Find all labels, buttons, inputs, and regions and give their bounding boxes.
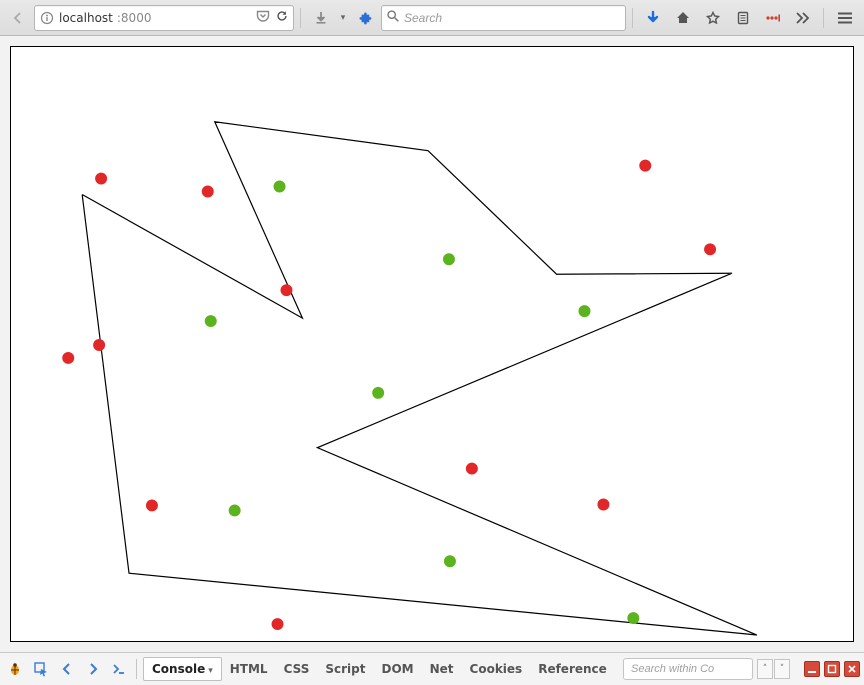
data-point-inside (229, 504, 241, 516)
data-point-outside (272, 618, 284, 630)
devtools-forward-button[interactable] (82, 658, 104, 680)
data-point-outside (93, 339, 105, 351)
toolbar-separator (823, 8, 824, 28)
data-point-outside (639, 160, 651, 172)
devtools-tab-script[interactable]: Script (317, 658, 373, 680)
data-point-outside (202, 186, 214, 198)
devtools-search[interactable] (623, 658, 753, 680)
reload-button[interactable] (275, 9, 289, 26)
devtools-tab-html[interactable]: HTML (222, 658, 276, 680)
devtools-tab-dom[interactable]: DOM (374, 658, 422, 680)
pocket-icon[interactable] (255, 8, 271, 27)
data-point-inside (274, 181, 286, 193)
data-point-outside (146, 499, 158, 511)
data-point-outside (597, 498, 609, 510)
data-point-outside (466, 463, 478, 475)
downloads-caret[interactable]: ▾ (337, 13, 349, 23)
devtools-search-next[interactable]: ˅ (774, 659, 790, 679)
devtools-separator (136, 659, 137, 679)
devtools-search-prev[interactable]: ˄ (757, 659, 773, 679)
home-button[interactable] (669, 4, 697, 32)
polygon-path (82, 122, 757, 635)
devtools-popout-button[interactable] (824, 661, 840, 677)
url-bar[interactable]: localhost :8000 (34, 5, 294, 31)
devtools-tab-css[interactable]: CSS (276, 658, 318, 680)
data-point-inside (579, 305, 591, 317)
devtools-close-button[interactable] (844, 661, 860, 677)
canvas-frame (10, 46, 854, 642)
hamburger-menu-button[interactable] (830, 4, 860, 32)
identity-info-icon[interactable] (39, 10, 55, 26)
devtools-console-prompt-icon[interactable] (108, 658, 130, 680)
data-point-outside (95, 173, 107, 185)
url-host: localhost (59, 11, 113, 25)
devtools-back-button[interactable] (56, 658, 78, 680)
bookmarks-star-icon[interactable] (699, 4, 727, 32)
data-point-outside (62, 352, 74, 364)
firebug-toolbar: Console▾HTMLCSSScriptDOMNetCookiesRefere… (0, 652, 864, 685)
search-bar[interactable] (381, 5, 626, 31)
toolbar-separator (300, 8, 301, 28)
devtools-minimize-button[interactable] (804, 661, 820, 677)
page-viewport (0, 36, 864, 652)
devtools-tabs: Console▾HTMLCSSScriptDOMNetCookiesRefere… (143, 657, 615, 681)
devtools-search-stepper: ˄ ˅ (757, 659, 790, 679)
chevron-down-icon: ▾ (208, 666, 213, 676)
downloads-button[interactable] (307, 4, 335, 32)
downthemall-icon[interactable] (639, 4, 667, 32)
reading-list-icon[interactable] (729, 4, 757, 32)
inspect-element-icon[interactable] (30, 658, 52, 680)
data-point-inside (443, 253, 455, 265)
polygon-scatter-plot (11, 47, 853, 641)
firebug-icon[interactable] (4, 658, 26, 680)
search-icon (386, 9, 400, 26)
toolbar-separator (632, 8, 633, 28)
lastpass-icon[interactable] (759, 4, 787, 32)
browser-toolbar: localhost :8000 ▾ (0, 0, 864, 36)
data-point-inside (372, 387, 384, 399)
data-point-inside (444, 555, 456, 567)
overflow-chevron-icon[interactable] (789, 4, 817, 32)
devtools-tab-reference[interactable]: Reference (530, 658, 615, 680)
devtools-search-input[interactable] (631, 663, 774, 675)
addon-puzzle-icon[interactable] (351, 4, 379, 32)
devtools-tab-cookies[interactable]: Cookies (462, 658, 531, 680)
data-point-inside (205, 315, 217, 327)
devtools-tab-net[interactable]: Net (422, 658, 462, 680)
devtools-tab-console[interactable]: Console▾ (143, 657, 222, 681)
data-point-outside (281, 284, 293, 296)
data-point-inside (627, 612, 639, 624)
search-input[interactable] (404, 11, 621, 25)
url-port: :8000 (117, 11, 152, 25)
back-button[interactable] (4, 4, 32, 32)
data-point-outside (704, 243, 716, 255)
